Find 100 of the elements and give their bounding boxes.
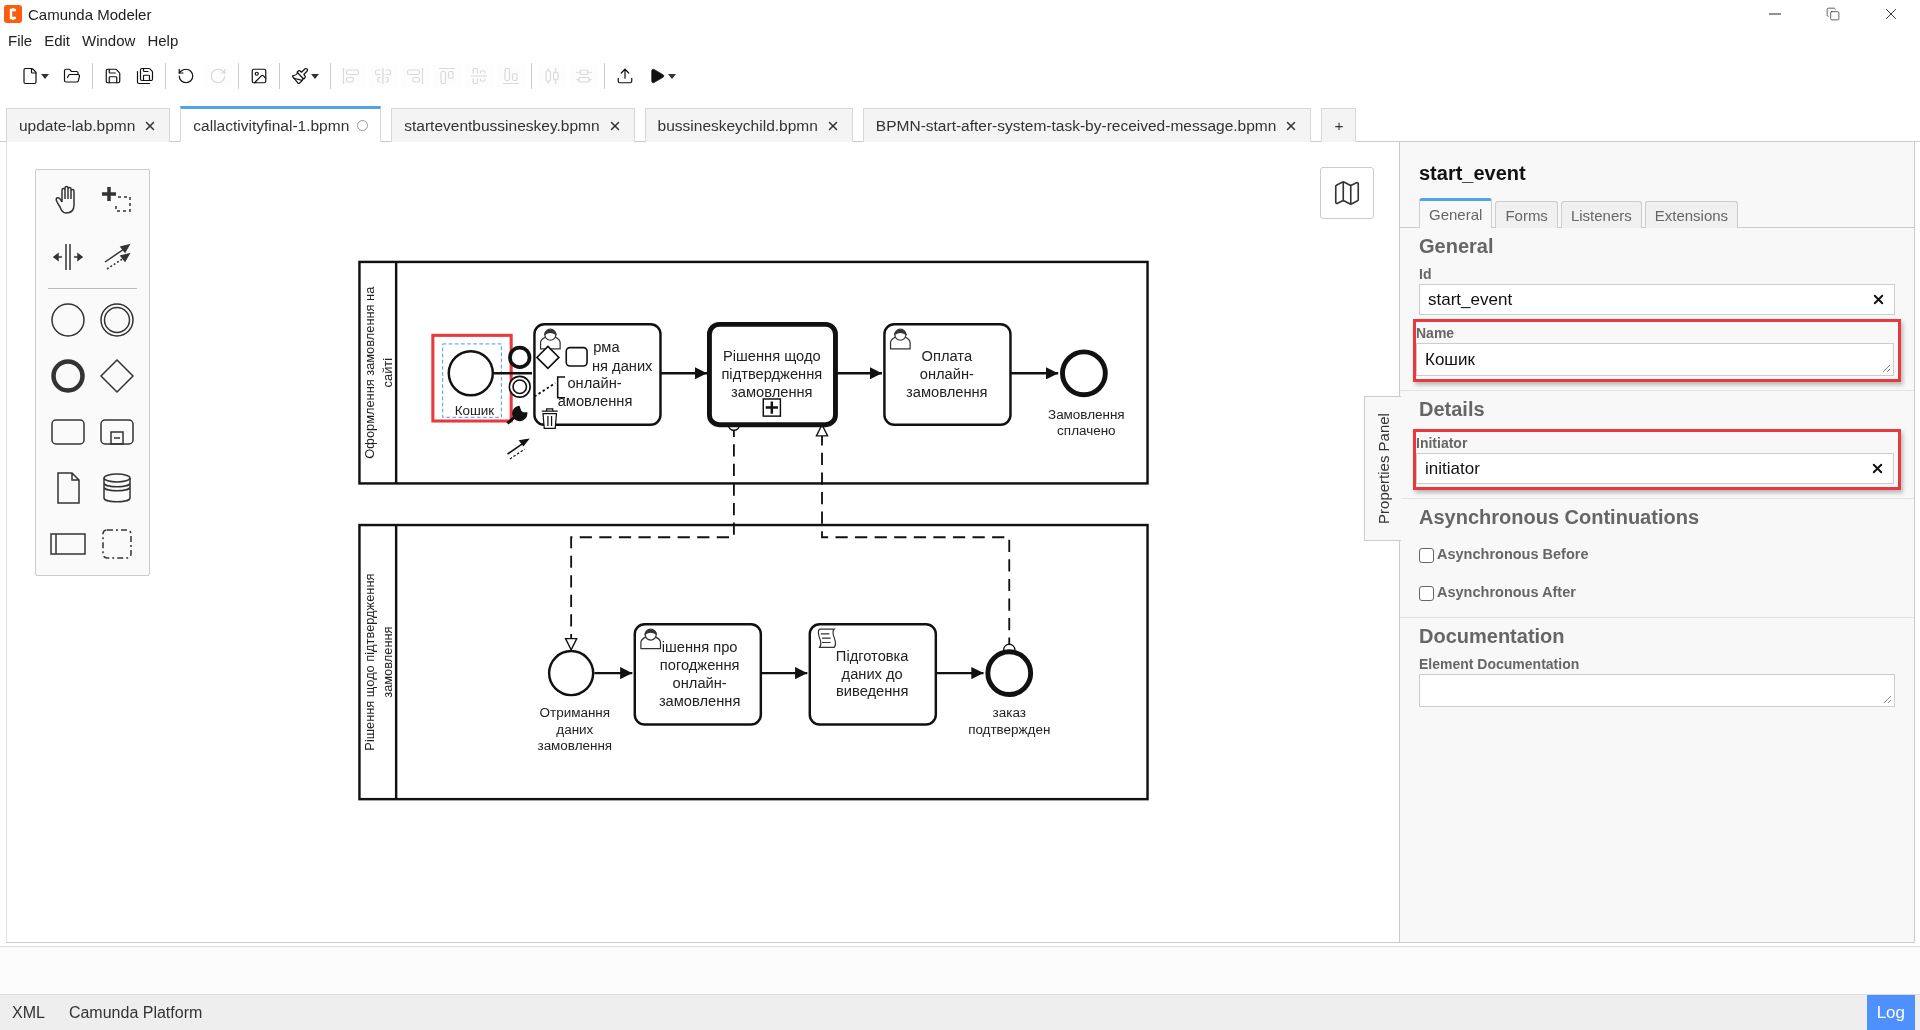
caret-icon xyxy=(41,73,49,79)
event-label: Замовлення сплачено xyxy=(1048,406,1125,439)
script-icon xyxy=(817,628,837,648)
trash-icon[interactable] xyxy=(541,408,559,429)
text-area[interactable]: Кошик xyxy=(1416,343,1894,376)
subprocess[interactable] xyxy=(707,321,838,428)
checkbox[interactable] xyxy=(1419,586,1434,601)
align-left-icon xyxy=(342,67,360,85)
section-heading: Asynchronous Continuations xyxy=(1419,506,1700,529)
end-event-icon[interactable] xyxy=(508,345,532,369)
pool-label: Оформлення замовлення на сайті xyxy=(362,286,396,459)
caret-icon xyxy=(311,73,319,79)
properties-tab[interactable]: Extensions xyxy=(1644,201,1739,228)
distribute-vertical-icon xyxy=(575,67,593,85)
task[interactable] xyxy=(883,323,1012,426)
upload-icon xyxy=(616,67,634,85)
menu-item[interactable]: Help xyxy=(141,29,185,51)
intermediate-event-icon[interactable] xyxy=(508,375,531,398)
field-label: Name xyxy=(1416,325,1456,341)
user-icon xyxy=(640,628,662,650)
align-bottom-icon xyxy=(502,67,520,85)
task-icon[interactable] xyxy=(565,346,588,367)
save-as-icon xyxy=(136,67,154,85)
file-tab[interactable]: starteventbussineskey.bpmn xyxy=(391,108,635,142)
minimize-icon xyxy=(1769,13,1781,15)
properties-tab[interactable]: Forms xyxy=(1495,201,1558,228)
undo-icon xyxy=(177,67,195,85)
close-icon xyxy=(1871,292,1886,307)
sequence-flow xyxy=(934,667,984,680)
task-label: Оплата онлайн- замовлення xyxy=(906,348,988,400)
checkbox-label: Asynchronous Before xyxy=(1437,546,1589,562)
user-icon xyxy=(539,328,561,350)
clear-button[interactable] xyxy=(1870,461,1885,476)
properties-panel-tab[interactable]: Properties Panel xyxy=(1364,396,1401,541)
start-event[interactable] xyxy=(547,649,595,697)
status-bar-item[interactable]: XML xyxy=(0,994,57,1030)
collapsed-marker-icon xyxy=(762,398,782,417)
task-label: ня даних xyxy=(591,357,653,374)
clear-button[interactable] xyxy=(1871,292,1886,307)
new-file-icon xyxy=(21,67,39,85)
close-icon xyxy=(1870,461,1885,476)
resize-grip-icon xyxy=(1882,694,1892,704)
properties-tab[interactable]: Listeners xyxy=(1560,201,1642,228)
connect-icon[interactable] xyxy=(506,438,530,460)
file-tab[interactable]: BPMN-start-after-system-task-by-received-message.bpmn xyxy=(862,108,1312,142)
image-icon xyxy=(250,67,268,85)
align-top-icon xyxy=(438,67,456,85)
align-right-icon xyxy=(406,67,424,85)
task[interactable] xyxy=(808,622,938,726)
new-tab-button[interactable]: + xyxy=(1321,108,1357,142)
file-tab[interactable]: callactivityfinal-1.bpmn xyxy=(180,106,382,142)
task-label: онлайн- xyxy=(567,374,622,391)
sequence-flow xyxy=(594,667,633,680)
align-middle-icon xyxy=(470,67,488,85)
task[interactable] xyxy=(633,622,763,726)
task-label: Рішення щодо підтвердження замовлення xyxy=(721,348,823,400)
properties-tab[interactable]: General xyxy=(1419,198,1493,228)
element-title: start_event xyxy=(1418,161,1527,186)
section-heading: General xyxy=(1419,235,1495,258)
task-label: амовлення xyxy=(557,393,633,410)
menu-item[interactable]: File xyxy=(2,29,39,51)
file-tab[interactable]: bussineskeychild.bpmn xyxy=(644,108,853,142)
sequence-flow xyxy=(835,367,882,380)
task-label: ішення про погодження онлайн- замовлення xyxy=(658,639,741,709)
sequence-flow xyxy=(1009,367,1059,380)
open-folder-icon xyxy=(63,67,81,85)
pool-label: Рішення щодо підтвердження замовлення xyxy=(362,573,396,751)
field-label: Id xyxy=(1419,266,1433,282)
input-field[interactable]: start_event xyxy=(1419,284,1895,315)
sequence-flow xyxy=(759,667,808,680)
field-label: Initiator xyxy=(1416,435,1469,451)
map-icon xyxy=(1332,178,1362,208)
menu-item[interactable]: Window xyxy=(76,29,142,51)
save-icon xyxy=(104,67,122,85)
gateway-icon[interactable] xyxy=(535,345,561,370)
start-event[interactable] xyxy=(447,350,495,397)
event-label: заказ подтвержден xyxy=(968,705,1051,737)
redo-icon xyxy=(209,67,227,85)
section-heading: Documentation xyxy=(1419,625,1566,648)
user-icon xyxy=(889,328,911,350)
annotation-icon[interactable] xyxy=(533,376,566,399)
sequence-flow xyxy=(659,367,707,380)
menu-item[interactable]: Edit xyxy=(38,29,77,51)
align-center-icon xyxy=(374,67,392,85)
restore-icon xyxy=(1826,7,1840,21)
task-label: Підготовка даних до виведення xyxy=(835,647,909,700)
task[interactable] xyxy=(533,323,662,426)
section-heading: Details xyxy=(1419,398,1486,421)
checkbox[interactable] xyxy=(1419,548,1434,563)
app-logo-icon xyxy=(4,5,22,23)
caret-icon xyxy=(668,73,676,79)
paintbrush-icon xyxy=(291,67,309,85)
minimap-button[interactable] xyxy=(1320,167,1374,219)
file-tab[interactable]: update-lab.bpmn xyxy=(6,108,171,142)
sequence-flow xyxy=(494,372,532,375)
input-field[interactable]: initiator xyxy=(1416,453,1894,484)
status-bar-item[interactable]: Camunda Platform xyxy=(56,994,215,1030)
play-icon xyxy=(648,67,666,85)
resize-grip-icon xyxy=(1881,363,1891,373)
window-title: Camunda Modeler xyxy=(28,5,153,23)
